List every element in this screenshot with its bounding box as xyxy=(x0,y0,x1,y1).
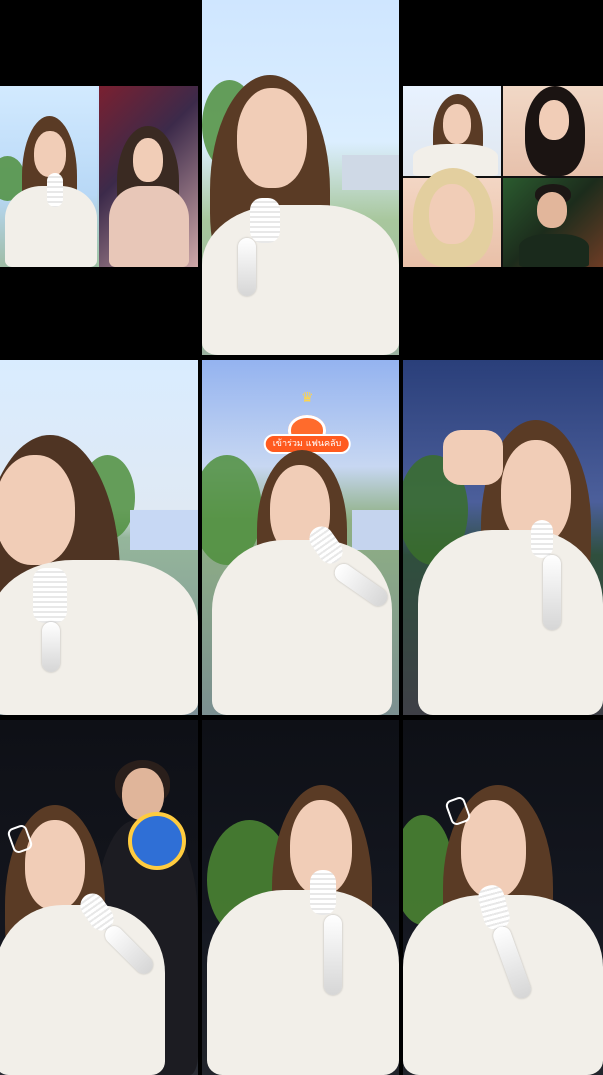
video-tile-8[interactable] xyxy=(202,720,399,1075)
face xyxy=(429,184,475,244)
sign-icon xyxy=(128,812,186,870)
video-tile-7[interactable] xyxy=(0,720,198,1075)
face xyxy=(34,131,66,177)
microphone-handle xyxy=(543,555,561,630)
grid-cell-top-right xyxy=(503,86,603,176)
face xyxy=(443,104,471,144)
microphone-handle xyxy=(42,622,60,672)
video-tile-9[interactable] xyxy=(403,720,603,1075)
video-tile-1[interactable] xyxy=(0,86,198,267)
top-garment xyxy=(0,905,165,1075)
microphone-icon xyxy=(310,870,336,915)
top-garment xyxy=(519,234,589,267)
grid-cell-top-left xyxy=(403,86,501,176)
video-tile-5[interactable]: เข้าร่วม แฟนคลับ ♛ xyxy=(202,360,399,715)
grid-cell-bottom-right xyxy=(503,178,603,267)
grid-cell-bottom-left xyxy=(403,168,501,267)
face xyxy=(537,192,567,228)
top-garment xyxy=(207,890,399,1075)
face xyxy=(461,800,526,898)
video-tile-3[interactable] xyxy=(403,86,603,267)
face xyxy=(539,100,569,140)
microphone-icon xyxy=(250,198,280,243)
top-garment xyxy=(212,540,392,715)
microphone-icon xyxy=(47,173,63,207)
video-tile-6[interactable] xyxy=(403,360,603,715)
microphone-handle xyxy=(238,238,256,296)
face xyxy=(237,88,307,188)
face xyxy=(25,820,85,910)
video-tile-4[interactable] xyxy=(0,360,198,715)
face xyxy=(0,455,75,565)
microphone-icon xyxy=(531,520,553,558)
building xyxy=(342,155,399,190)
top-garment xyxy=(202,205,399,355)
building xyxy=(352,510,399,550)
microphone-icon xyxy=(33,568,67,623)
top-garment xyxy=(418,530,603,715)
building xyxy=(130,510,198,550)
top-garment xyxy=(0,560,198,715)
microphone-handle xyxy=(324,915,342,995)
top-garment xyxy=(109,186,189,267)
split-left-stream xyxy=(0,86,97,267)
split-right-stream xyxy=(99,86,198,267)
face xyxy=(133,138,163,182)
crown-icon: ♛ xyxy=(301,390,314,406)
video-tile-2[interactable] xyxy=(202,0,399,355)
raised-hand xyxy=(443,430,503,485)
